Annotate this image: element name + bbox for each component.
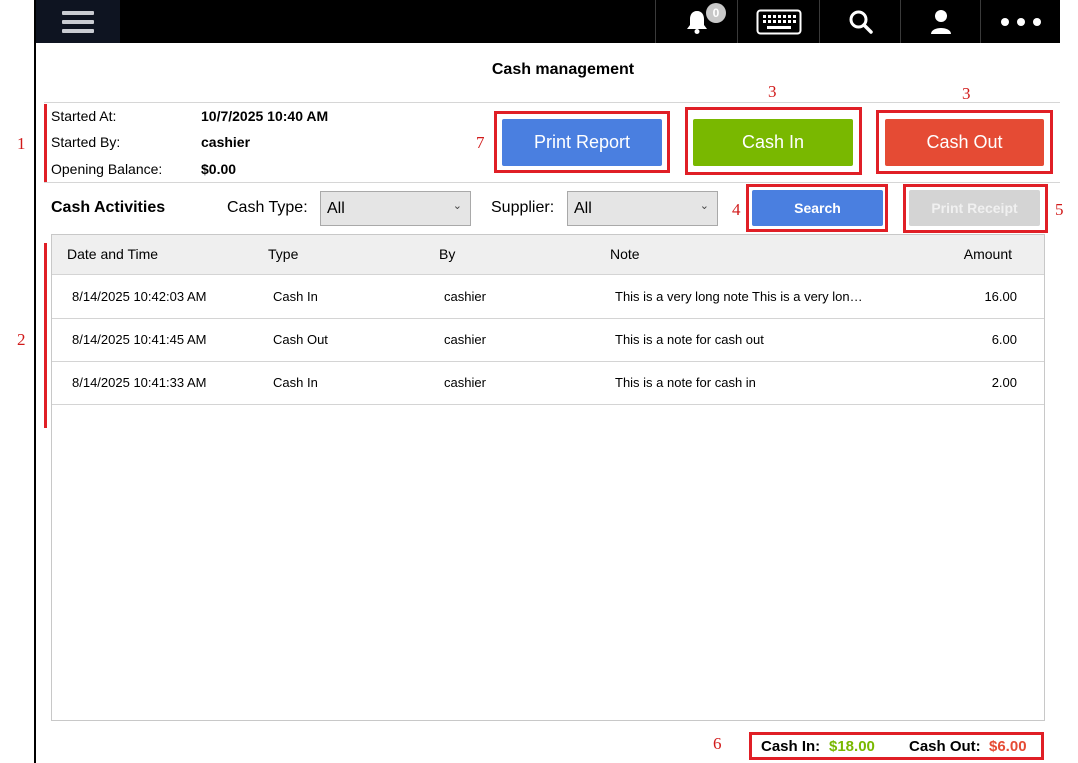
cell-amount: 16.00 [984,289,1017,304]
annotation-1: 1 [17,134,26,153]
started-by-value: cashier [201,134,251,150]
annotation-3-cash-out: 3 [962,84,971,103]
page-border [34,0,36,763]
supplier-select[interactable]: All ⌄ [567,191,718,226]
column-header-amount[interactable]: Amount [964,246,1012,262]
more-options-button[interactable] [980,0,1061,43]
started-at-label: Started At: [51,108,117,124]
total-cash-in-value: $18.00 [829,738,875,755]
annotation-5: 5 [1055,200,1064,219]
supplier-label: Supplier: [491,199,555,216]
column-header-type[interactable]: Type [268,246,298,262]
table-row[interactable]: 8/14/2025 10:41:45 AM Cash Out cashier T… [52,318,1044,362]
cell-amount: 6.00 [991,332,1017,347]
keyboard-button[interactable] [737,0,820,43]
column-header-date-time[interactable]: Date and Time [67,246,158,262]
annotation-6: 6 [713,734,722,753]
print-receipt-button[interactable]: Print Receipt [909,190,1040,226]
divider [44,102,1060,103]
user-icon [931,9,951,34]
print-report-button[interactable]: Print Report [502,119,662,166]
menu-button[interactable] [36,0,120,43]
cash-out-button[interactable]: Cash Out [885,119,1044,166]
table-row[interactable]: 8/14/2025 10:41:33 AM Cash In cashier Th… [52,361,1044,405]
opening-balance-label: Opening Balance: [51,161,163,177]
search-button[interactable] [819,0,901,43]
cash-in-button[interactable]: Cash In [693,119,853,166]
annotation-3-cash-in: 3 [768,82,777,101]
notification-count-badge: 0 [706,3,726,23]
cell-type: Cash Out [273,332,328,347]
page-title: Cash management [491,61,635,78]
more-icon [997,17,1045,26]
annotation-2: 2 [17,330,26,349]
annotation-7: 7 [476,133,485,152]
cell-note: This is a note for cash in [615,375,756,390]
cell-datetime: 8/14/2025 10:41:45 AM [72,332,207,347]
cell-by: cashier [444,289,486,304]
table-header: Date and Time Type By Note Amount [52,235,1044,275]
column-header-by[interactable]: By [439,246,455,262]
top-bar: 0 [36,0,1060,43]
supplier-selected-value: All [574,199,592,217]
user-button[interactable] [900,0,981,43]
cell-type: Cash In [273,289,318,304]
cell-by: cashier [444,332,486,347]
annotation-4: 4 [732,200,741,219]
cell-datetime: 8/14/2025 10:42:03 AM [72,289,207,304]
cell-type: Cash In [273,375,318,390]
cash-type-select[interactable]: All ⌄ [320,191,471,226]
cell-by: cashier [444,375,486,390]
cash-type-label: Cash Type: [227,199,308,216]
annotation-bar-1 [44,104,47,183]
search-icon [849,10,873,34]
total-cash-in-label: Cash In: [761,738,821,755]
chevron-down-icon: ⌄ [452,200,462,212]
total-cash-out-value: $6.00 [989,738,1027,755]
menu-icon [62,6,94,38]
cell-note: This is a very long note This is a very … [615,289,863,304]
cell-amount: 2.00 [991,375,1017,390]
search-button[interactable]: Search [752,190,883,226]
cell-note: This is a note for cash out [615,332,764,347]
cell-datetime: 8/14/2025 10:41:33 AM [72,375,207,390]
chevron-down-icon: ⌄ [699,200,709,212]
keyboard-icon [756,9,802,34]
cash-activities-heading: Cash Activities [51,199,166,216]
cash-activities-table: Date and Time Type By Note Amount 8/14/2… [51,234,1045,721]
cash-type-selected-value: All [327,199,345,217]
started-by-label: Started By: [51,134,121,150]
notifications-button[interactable]: 0 [655,0,738,43]
total-cash-out-label: Cash Out: [909,738,981,755]
divider [44,182,1060,183]
started-at-value: 10/7/2025 10:40 AM [201,108,329,124]
annotation-bar-2 [44,243,47,428]
opening-balance-value: $0.00 [201,161,237,177]
table-row[interactable]: 8/14/2025 10:42:03 AM Cash In cashier Th… [52,275,1044,319]
column-header-note[interactable]: Note [610,246,640,262]
